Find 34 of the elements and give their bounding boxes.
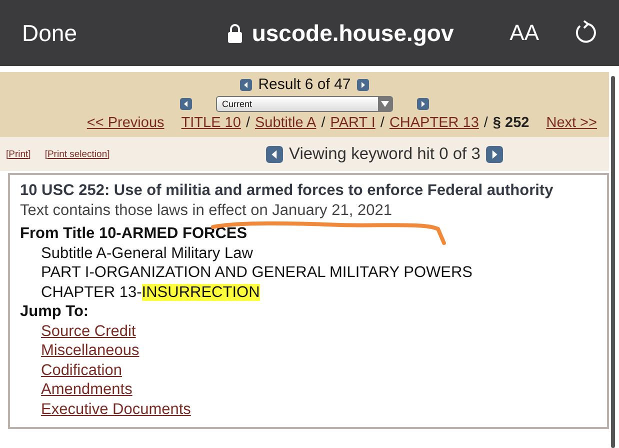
document-title: 10 USC 252: Use of militia and armed forces to enforce Federal authority: [20, 181, 554, 200]
jump-link[interactable]: Executive Documents: [41, 400, 191, 418]
dropdown-caret-icon: [381, 101, 389, 107]
lock-icon: [228, 24, 242, 42]
version-dropdown[interactable]: Current: [216, 96, 393, 112]
url-text[interactable]: uscode.house.gov: [252, 20, 454, 46]
title-heading: From Title 10-ARMED FORCES: [20, 224, 248, 244]
effective-date-note: Text contains those laws in effect on January 21, 2021: [20, 200, 393, 220]
print-link[interactable]: [Print]: [6, 148, 31, 160]
next-link[interactable]: Next >>: [546, 115, 597, 131]
result-count: Result 6 of 47: [258, 76, 351, 93]
keyword-hit-count: Viewing keyword hit 0 of 3: [289, 144, 480, 164]
jump-link[interactable]: Miscellaneous: [41, 342, 140, 359]
hierarchy-line: Subtitle A-General Military Law: [41, 244, 253, 262]
text-size-button[interactable]: AA: [510, 20, 539, 46]
previous-link[interactable]: << Previous: [86, 115, 164, 131]
breadcrumb-link[interactable]: PART I: [330, 115, 376, 131]
jump-to-label: Jump To:: [20, 302, 89, 322]
breadcrumb-link[interactable]: CHAPTER 13: [389, 115, 479, 131]
breadcrumb-separator: /: [484, 115, 488, 131]
breadcrumb-separator: /: [246, 115, 250, 131]
print-link[interactable]: [Print selection]: [44, 148, 110, 160]
reload-icon[interactable]: [573, 20, 597, 46]
jump-link[interactable]: Codification: [41, 362, 122, 378]
done-button[interactable]: Done: [22, 20, 172, 46]
current-section: § 252: [492, 115, 530, 131]
jump-link[interactable]: Source Credit: [41, 322, 136, 340]
hierarchy-line: PART I-ORGANIZATION AND GENERAL MILITARY POWERS: [41, 264, 472, 281]
breadcrumb-separator: /: [380, 115, 384, 131]
breadcrumb-separator: /: [321, 115, 326, 131]
breadcrumb-link[interactable]: Subtitle A: [254, 115, 316, 131]
jump-link[interactable]: Amendments: [41, 381, 132, 398]
hierarchy-line: CHAPTER 13-INSURRECTION: [41, 284, 260, 300]
breadcrumb-link[interactable]: TITLE 10: [181, 115, 241, 131]
